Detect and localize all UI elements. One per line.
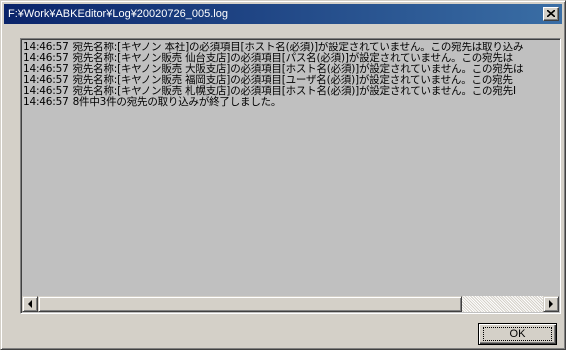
log-text-area[interactable]: 14:46:57 宛先名称:[キヤノン 本社]の必須項目[ホスト名(必須)]が設定… <box>20 38 561 314</box>
arrow-right-icon <box>549 300 553 308</box>
scroll-right-button[interactable] <box>543 296 559 312</box>
log-dialog-window: F:¥Work¥ABKEditor¥Log¥20020726_005.log 1… <box>0 0 566 350</box>
log-lines: 14:46:57 宛先名称:[キヤノン 本社]の必須項目[ホスト名(必須)]が設定… <box>23 42 559 292</box>
window-title: F:¥Work¥ABKEditor¥Log¥20020726_005.log <box>8 8 228 20</box>
log-message: 8件中3件の宛先の取り込みが終了しました。 <box>72 96 282 108</box>
log-line: 14:46:57 8件中3件の宛先の取り込みが終了しました。 <box>23 97 559 108</box>
arrow-left-icon <box>28 300 32 308</box>
log-time: 14:46:57 <box>23 96 69 108</box>
horizontal-scrollbar[interactable] <box>22 296 559 312</box>
ok-button-label: OK <box>509 328 526 340</box>
scroll-thumb[interactable] <box>38 296 462 312</box>
close-icon <box>547 10 555 17</box>
scroll-left-button[interactable] <box>22 296 38 312</box>
title-bar[interactable]: F:¥Work¥ABKEditor¥Log¥20020726_005.log <box>4 4 562 24</box>
ok-button[interactable]: OK <box>478 323 557 345</box>
close-button[interactable] <box>543 7 559 21</box>
